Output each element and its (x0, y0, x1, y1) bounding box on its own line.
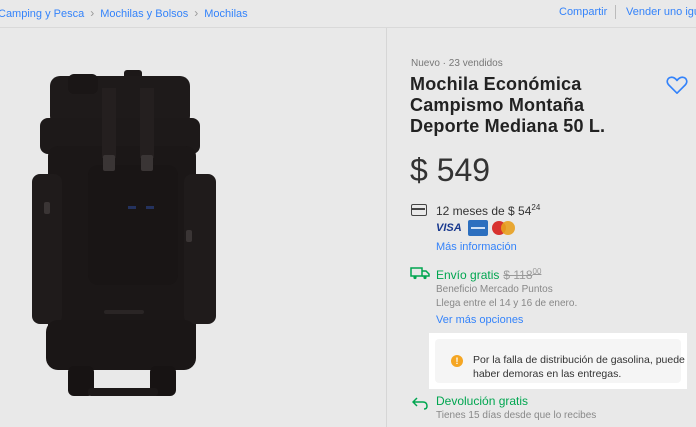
more-info-link[interactable]: Más información (436, 241, 517, 253)
installments-info: 12 meses de $ 5424 (436, 203, 540, 218)
free-returns: Devolución gratis (436, 394, 529, 408)
top-bar: Camping y Pesca › Mochilas y Bolsos › Mochil… (0, 0, 696, 28)
visa-icon: VISA (436, 222, 462, 234)
product-image[interactable] (28, 70, 224, 402)
more-shipping-options-link[interactable]: Ver más opciones (436, 314, 523, 326)
product-page: Camping y Pesca › Mochilas y Bolsos › Mochil… (0, 0, 696, 427)
free-returns-detail: Tienes 15 días desde que lo recibes (436, 410, 597, 421)
free-shipping: Envío gratis $ 11800 (436, 267, 541, 282)
breadcrumb-item-camping[interactable]: Camping y Pesca (0, 8, 84, 20)
product-title: Mochila Económica Campismo Montaña Depor… (410, 74, 606, 136)
old-shipping-price: $ 11800 (503, 267, 542, 282)
heart-icon[interactable] (666, 75, 688, 95)
installments-amount: 12 meses de $ 54 (436, 204, 532, 218)
truck-icon (410, 267, 430, 280)
sell-one-like-this-link[interactable]: Vender uno igual (626, 6, 696, 18)
mercado-puntos-benefit: Beneficio Mercado Puntos (436, 284, 553, 295)
old-shipping-price-cents: 00 (532, 267, 542, 276)
credit-card-icon (411, 204, 427, 216)
free-shipping-label: Envío gratis (436, 268, 500, 282)
share-link[interactable]: Compartir (559, 6, 607, 18)
column-divider (386, 28, 387, 427)
header-divider (615, 5, 616, 19)
arrival-estimate: Llega entre el 14 y 16 de enero. (436, 298, 578, 309)
notice-text: Por la falla de distribución de gasolina… (473, 354, 685, 380)
mastercard-icon (492, 221, 516, 235)
breadcrumb: Camping y Pesca › Mochilas y Bolsos › Mochil… (0, 6, 248, 20)
breadcrumb-item-mochilas-bolsos[interactable]: Mochilas y Bolsos (100, 8, 188, 20)
breadcrumb-item-mochilas[interactable]: Mochilas (204, 8, 247, 20)
warning-icon: ! (451, 355, 463, 367)
delivery-delay-notice: ! Por la falla de distribución de gasoli… (429, 333, 687, 389)
installments-cents: 24 (531, 203, 541, 212)
return-arrow-icon (412, 397, 428, 410)
old-shipping-price-amount: $ 118 (503, 268, 533, 282)
breadcrumb-separator: › (194, 6, 199, 20)
notice-box: ! Por la falla de distribución de gasoli… (435, 339, 685, 383)
amex-icon (468, 220, 488, 236)
product-price: $ 549 (410, 152, 491, 188)
breadcrumb-separator: › (90, 6, 95, 20)
condition-and-sales: Nuevo · 23 vendidos (411, 58, 503, 69)
